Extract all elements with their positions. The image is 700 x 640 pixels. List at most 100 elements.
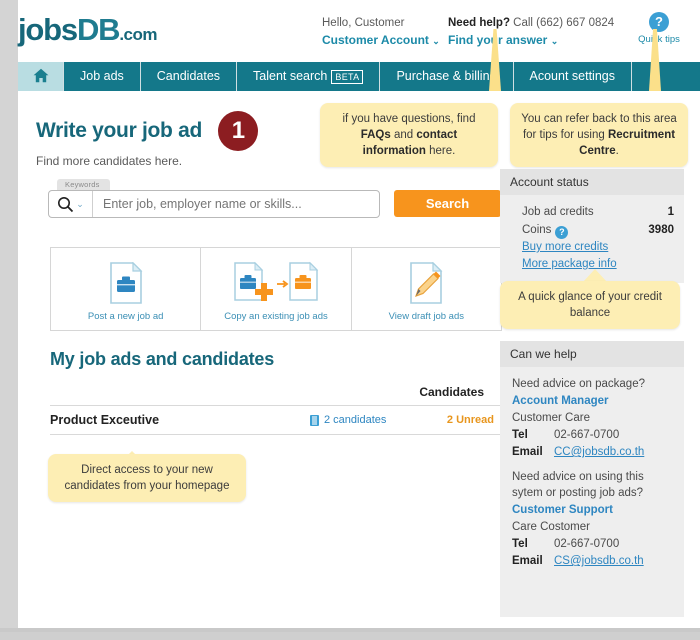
help-body-pad — [512, 569, 672, 603]
logo-db-text: DB — [76, 12, 121, 47]
step-badge-1: 1 — [218, 111, 259, 151]
callout-credit-balance: A quick glance of your credit balance — [500, 281, 680, 329]
nav-item-purchase-billing[interactable]: Purchase & billing — [380, 62, 514, 91]
nav-label-talent-search: Talent search — [253, 69, 328, 83]
candidates-icon — [310, 414, 319, 426]
row-job-ad-credits: Job ad credits 1 — [522, 203, 674, 221]
panel-account-status: Account status Job ad credits 1 Coins? 3… — [500, 169, 684, 283]
help-block-gap — [512, 460, 672, 469]
find-your-answer-link[interactable]: Find your answer ⌄ — [448, 33, 558, 47]
help-contact-name-2: Care Costomer — [512, 521, 590, 533]
candidates-count-label: 2 candidates — [324, 414, 387, 426]
card-view-draft-job-ads[interactable]: View draft job ads — [352, 248, 501, 330]
help-tel-label-2: Tel — [512, 538, 528, 550]
card-label-copy-existing-job-ad: Copy an existing job ads — [224, 310, 328, 322]
card-post-new-job-ad[interactable]: Post a new job ad — [51, 248, 202, 330]
nav-label-job-ads: Job ads — [80, 69, 124, 83]
help-contact-name-1: Customer Care — [512, 412, 590, 424]
help-email-label-2: Email — [512, 555, 543, 567]
nav-item-job-ads[interactable]: Job ads — [64, 62, 141, 91]
chevron-down-icon: ⌄ — [550, 36, 559, 46]
chevron-down-icon: ⌄ — [76, 198, 84, 209]
main-content: Write your job ad 1 Find more candidates… — [36, 111, 502, 502]
question-mark-icon: ? — [649, 12, 669, 32]
search-icon — [58, 196, 74, 212]
customer-account-label: Customer Account — [322, 33, 429, 47]
table-row: Product Exceutive 2 candidates 2 Unread — [50, 405, 502, 435]
help-tel-row-2: Tel 02-667-0700 — [512, 536, 672, 552]
row-coins: Coins? 3980 — [522, 221, 674, 239]
customer-account-link[interactable]: Customer Account ⌄ — [322, 33, 440, 47]
quick-action-cards: Post a new job ad Copy an existing job a… — [50, 247, 502, 331]
page-body: if you have questions, find FAQs and con… — [18, 29, 700, 628]
need-help-phone: Call (662) 667 0824 — [509, 17, 615, 29]
search-type-selector[interactable]: ⌄ — [49, 191, 93, 217]
help-tel-label-1: Tel — [512, 429, 528, 441]
help-question-1: Need advice on package? — [512, 378, 645, 390]
search-input[interactable] — [93, 191, 379, 217]
greeting-text: Hello, Customer — [322, 17, 405, 29]
main-navigation: Job ads Candidates Talent search BETA Pur… — [18, 62, 700, 91]
page-title-row: Write your job ad 1 — [36, 111, 491, 151]
help-tel-value-1: 02-667-0700 — [554, 429, 620, 441]
value-job-ad-credits: 1 — [667, 206, 674, 218]
jobs-section-title: My job ads and candidates — [50, 349, 275, 369]
jobsdb-logo[interactable]: jobsDB.com — [18, 12, 157, 48]
card-label-view-draft-job-ads: View draft job ads — [388, 310, 464, 322]
callout-tips: You can refer back to this area for tips… — [510, 103, 688, 167]
sidebar: Account status Job ad credits 1 Coins? 3… — [500, 169, 684, 623]
job-title[interactable]: Product Exceutive — [50, 413, 310, 427]
account-status-body: Job ad credits 1 Coins? 3980 Buy more cr… — [500, 195, 684, 283]
find-your-answer-label: Find your answer — [448, 33, 548, 47]
chevron-down-icon: ⌄ — [432, 36, 440, 46]
beta-badge: BETA — [331, 69, 364, 84]
card-label-post-new-job-ad: Post a new job ad — [87, 310, 164, 322]
nav-filler — [632, 62, 700, 91]
quick-tips-button[interactable]: ? Quick tips — [630, 12, 688, 45]
nav-item-talent-search[interactable]: Talent search BETA — [237, 62, 381, 91]
callout-tips-post: . — [615, 145, 619, 157]
card-copy-existing-job-ad[interactable]: Copy an existing job ads — [201, 248, 352, 330]
link-buy-more-credits[interactable]: Buy more credits — [522, 239, 674, 256]
help-block-account-manager: Need advice on package? Account Manager … — [512, 376, 672, 460]
keywords-tab-label: Keywords — [57, 179, 110, 190]
logo-dotcom-text: .com — [119, 25, 157, 44]
nav-item-candidates[interactable]: Candidates — [141, 62, 238, 91]
job-ads-table: Candidates Product Exceutive 2 candidate… — [50, 385, 502, 435]
link-more-package-info[interactable]: More package info — [522, 256, 674, 273]
candidates-count-link[interactable]: 2 candidates — [310, 414, 432, 426]
copy-job-ad-icon — [233, 261, 319, 305]
search-button[interactable]: Search — [394, 190, 501, 217]
help-block-customer-support: Need advice on using this sytem or posti… — [512, 469, 672, 569]
nav-label-candidates: Candidates — [156, 69, 221, 83]
help-tel-row-1: Tel 02-667-0700 — [512, 427, 672, 443]
value-coins: 3980 — [648, 224, 674, 236]
page-subtitle: Find more candidates here. — [36, 154, 183, 168]
help-question-2: Need advice on using this sytem or posti… — [512, 471, 644, 499]
callout-direct-access: Direct access to your new candidates fro… — [48, 454, 246, 502]
need-help-text: Need help? Call (662) 667 0824 — [448, 17, 614, 29]
sidebar-item-home[interactable] — [18, 62, 64, 91]
unread-count-link[interactable]: 2 Unread — [432, 414, 502, 426]
quick-tips-label: Quick tips — [638, 34, 680, 45]
panel-heading-can-we-help: Can we help — [500, 341, 684, 367]
link-customer-support[interactable]: Customer Support — [512, 501, 672, 519]
label-coins: Coins? — [522, 221, 648, 239]
link-account-manager[interactable]: Account Manager — [512, 392, 672, 410]
help-email-link-2[interactable]: CS@jobsdb.co.th — [554, 553, 644, 569]
page-root: jobsDB.com Hello, Customer Customer Acco… — [0, 0, 700, 640]
coins-help-icon[interactable]: ? — [555, 226, 569, 239]
help-email-link-1[interactable]: CC@jobsdb.co.th — [554, 444, 644, 460]
nav-label-account-settings: Acount settings — [529, 69, 615, 83]
panel-can-we-help: Can we help Need advice on package? Acco… — [500, 341, 684, 617]
help-email-row-2: Email CS@jobsdb.co.th — [512, 553, 672, 569]
new-job-ad-icon — [109, 261, 143, 305]
nav-item-account-settings[interactable]: Acount settings — [514, 62, 632, 91]
app-canvas: jobsDB.com Hello, Customer Customer Acco… — [18, 0, 700, 628]
draft-job-ad-icon — [409, 261, 443, 305]
help-tel-value-2: 02-667-0700 — [554, 538, 620, 550]
home-icon — [33, 69, 48, 83]
site-header: jobsDB.com Hello, Customer Customer Acco… — [18, 0, 700, 64]
need-help-bold: Need help? — [448, 17, 510, 29]
help-email-row-1: Email CC@jobsdb.co.th — [512, 444, 672, 460]
